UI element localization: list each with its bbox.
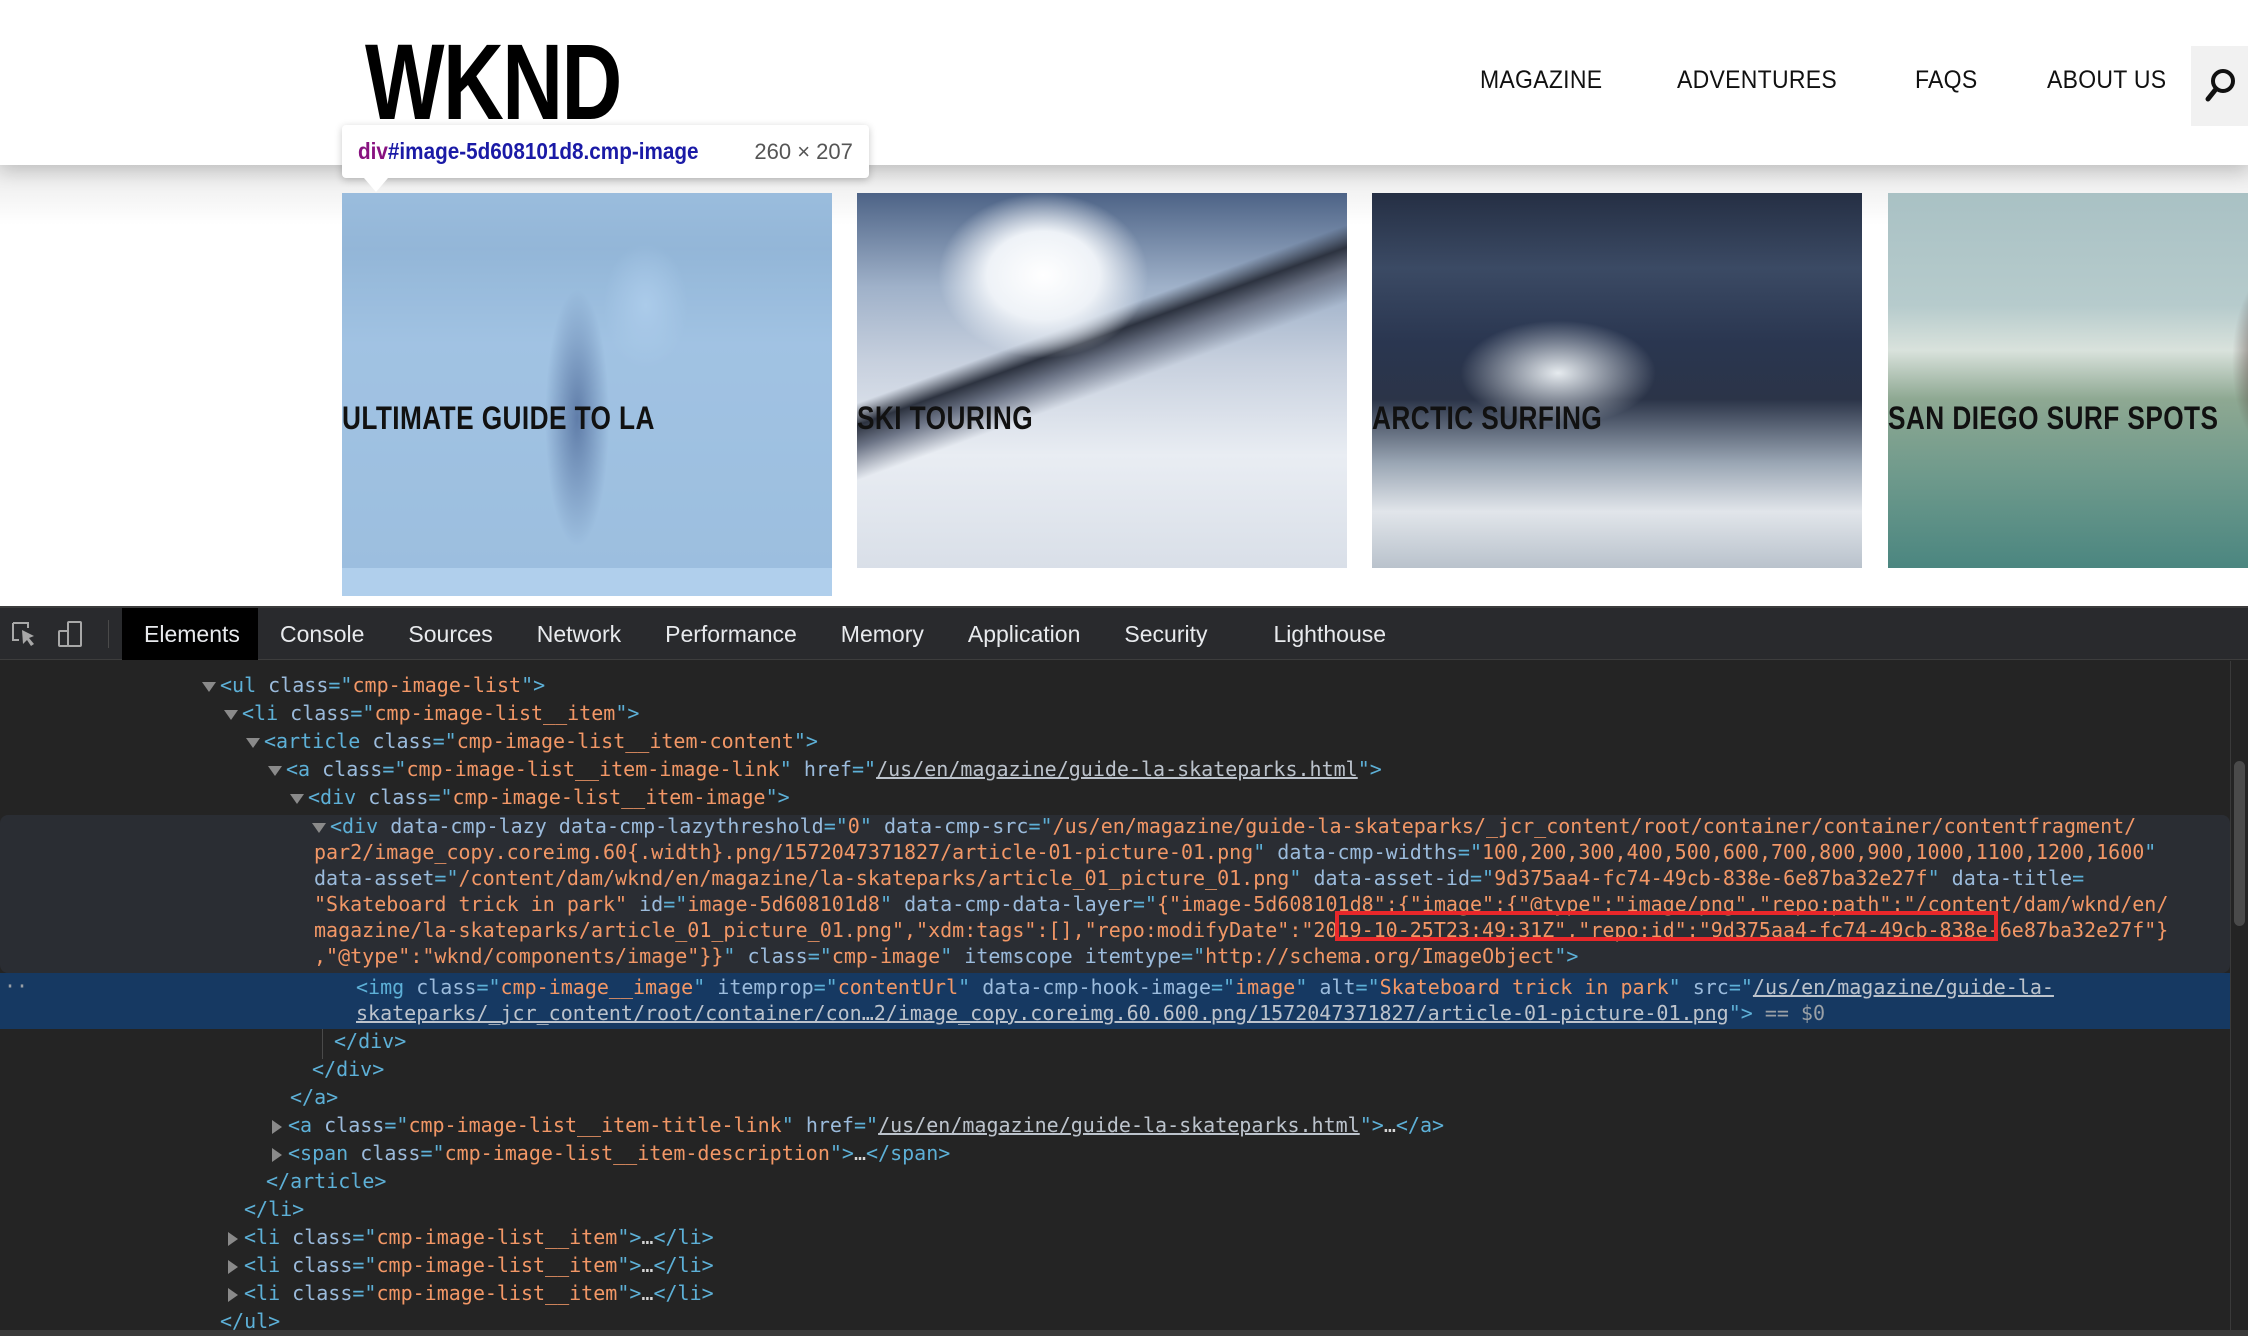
dom-attr-line: data-asset="/content/dam/wknd/en/magazin… — [314, 866, 2085, 890]
dom-close-article: </article> — [266, 1169, 387, 1193]
asset-id-value[interactable]: 9d375aa4-fc74-49cb-838e-6e87ba32e27f — [1494, 866, 1927, 890]
image-list-item[interactable] — [1372, 193, 1862, 568]
tab-application[interactable]: Application — [946, 608, 1103, 660]
dom-attr-line: ,"@type":"wknd/components/image"}}" clas… — [314, 944, 1579, 968]
expand-triangle-icon[interactable] — [312, 822, 326, 833]
inspect-highlight-overlay — [342, 193, 832, 568]
elements-tree: ·· <ul class="cmp-image-list"> <li class… — [0, 661, 2230, 1336]
elements-scrollbar[interactable] — [2230, 661, 2248, 1336]
collapse-triangle-icon[interactable] — [272, 1119, 282, 1134]
dom-node-li-collapsed[interactable]: <li class="cmp-image-list__item">…</li> — [0, 1280, 2230, 1307]
image-list-item[interactable] — [342, 193, 832, 596]
dom-close-div: </div> — [312, 1057, 385, 1081]
image-list-item[interactable] — [1888, 193, 2248, 568]
collapse-triangle-icon[interactable] — [228, 1231, 238, 1246]
inspect-element-icon[interactable] — [10, 620, 38, 648]
devtools-panel: Elements Console Sources Network Perform… — [0, 606, 2248, 1336]
nav-about-us[interactable]: ABOUT US — [2047, 66, 2166, 95]
card-image-skateboard[interactable] — [342, 193, 832, 568]
dom-node-article[interactable]: <article class="cmp-image-list__item-con… — [0, 728, 2230, 755]
collapse-triangle-icon[interactable] — [228, 1287, 238, 1302]
href-link[interactable]: /us/en/magazine/guide-la-skateparks.html — [878, 1113, 1360, 1137]
site-header: WKND MAGAZINE ADVENTURES FAQS ABOUT US — [0, 0, 2248, 165]
devtools-toolbar: Elements Console Sources Network Perform… — [0, 608, 2248, 660]
img-src-link[interactable]: skateparks/_jcr_content/root/container/c… — [356, 1001, 1729, 1025]
tooltip-id: #image-5d608101d8.cmp-image — [387, 138, 699, 164]
website-viewport: WKND MAGAZINE ADVENTURES FAQS ABOUT US U… — [0, 0, 2248, 606]
card-title[interactable]: SKI TOURING — [857, 400, 1033, 437]
dom-close-div: </div> — [334, 1029, 407, 1053]
expand-triangle-icon[interactable] — [268, 765, 282, 776]
collapse-triangle-icon[interactable] — [272, 1147, 282, 1162]
card-title[interactable]: ULTIMATE GUIDE TO LA — [342, 400, 655, 437]
tab-lighthouse[interactable]: Lighthouse — [1251, 608, 1408, 660]
tab-memory[interactable]: Memory — [819, 608, 946, 660]
tab-sources[interactable]: Sources — [386, 608, 514, 660]
search-icon — [2205, 69, 2235, 102]
dom-close-a: </a> — [290, 1085, 339, 1109]
dom-node-ul[interactable]: <ul class="cmp-image-list"> — [0, 672, 2230, 699]
dom-node-a-image-link[interactable]: <a class="cmp-image-list__item-image-lin… — [0, 756, 2230, 783]
dom-close-li: </li> — [244, 1197, 305, 1221]
nav-magazine[interactable]: MAGAZINE — [1480, 66, 1602, 95]
dom-node-li-collapsed[interactable]: <li class="cmp-image-list__item">…</li> — [0, 1224, 2230, 1251]
wknd-logo[interactable]: WKND — [365, 28, 622, 136]
asset-id-attr: data-asset-id — [1313, 866, 1470, 890]
dom-node-img-selected[interactable]: <img class="cmp-image__image" itemprop="… — [0, 974, 2230, 1001]
annotation-highlight-box — [1335, 911, 1998, 941]
device-toolbar-icon[interactable] — [56, 620, 84, 648]
dom-node-li[interactable]: <li class="cmp-image-list__item"> — [0, 700, 2230, 727]
card-image-arctic-surfing[interactable] — [1372, 193, 1862, 568]
devtools-bottom-border — [0, 1330, 2248, 1336]
tab-performance[interactable]: Performance — [643, 608, 819, 660]
card-title[interactable]: ARCTIC SURFING — [1372, 400, 1602, 437]
card-image-san-diego[interactable] — [1888, 193, 2248, 568]
dom-attr-line: par2/image_copy.coreimg.60{.width}.png/1… — [314, 840, 2157, 864]
expand-triangle-icon[interactable] — [224, 709, 238, 720]
search-button[interactable] — [2191, 46, 2248, 126]
expand-triangle-icon[interactable] — [290, 793, 304, 804]
nav-adventures[interactable]: ADVENTURES — [1677, 66, 1837, 95]
main-nav: MAGAZINE ADVENTURES FAQS ABOUT US — [1480, 66, 2240, 95]
dom-node-div-item-image[interactable]: <div class="cmp-image-list__item-image"> — [0, 784, 2230, 811]
tab-console[interactable]: Console — [258, 608, 386, 660]
href-link[interactable]: /us/en/magazine/guide-la-skateparks.html — [876, 757, 1358, 781]
card-title[interactable]: SAN DIEGO SURF SPOTS — [1888, 400, 2218, 437]
dom-attr-line: skateparks/_jcr_content/root/container/c… — [356, 1001, 1826, 1025]
devtools-tabs: Elements Console Sources Network Perform… — [122, 608, 1408, 660]
card-image-ski-touring[interactable] — [857, 193, 1347, 568]
expand-triangle-icon[interactable] — [246, 737, 260, 748]
image-list-item[interactable] — [857, 193, 1347, 568]
dom-node-a-title-link[interactable]: <a class="cmp-image-list__item-title-lin… — [0, 1112, 2230, 1139]
tooltip-size: 260 × 207 — [754, 138, 853, 164]
tooltip-tag: div — [358, 138, 388, 164]
img-src-link[interactable]: /us/en/magazine/guide-la- — [1753, 975, 2054, 999]
dom-node-span-description[interactable]: <span class="cmp-image-list__item-descri… — [0, 1140, 2230, 1167]
scrollbar-thumb[interactable] — [2234, 761, 2245, 926]
tab-security[interactable]: Security — [1102, 608, 1229, 660]
tooltip-selector: div#image-5d608101d8.cmp-image — [358, 138, 699, 165]
toolbar-divider — [108, 620, 109, 648]
tab-network[interactable]: Network — [515, 608, 643, 660]
nav-faqs[interactable]: FAQS — [1915, 66, 1977, 95]
dom-node-div-cmp-image[interactable]: <div data-cmp-lazy data-cmp-lazythreshol… — [0, 813, 2230, 840]
tab-elements[interactable]: Elements — [122, 608, 258, 660]
collapse-triangle-icon[interactable] — [228, 1259, 238, 1274]
dom-node-li-collapsed[interactable]: <li class="cmp-image-list__item">…</li> — [0, 1252, 2230, 1279]
inspect-highlight-padding — [342, 568, 832, 596]
inspect-tooltip: div#image-5d608101d8.cmp-image 260 × 207 — [342, 125, 869, 192]
expand-triangle-icon[interactable] — [202, 681, 216, 692]
